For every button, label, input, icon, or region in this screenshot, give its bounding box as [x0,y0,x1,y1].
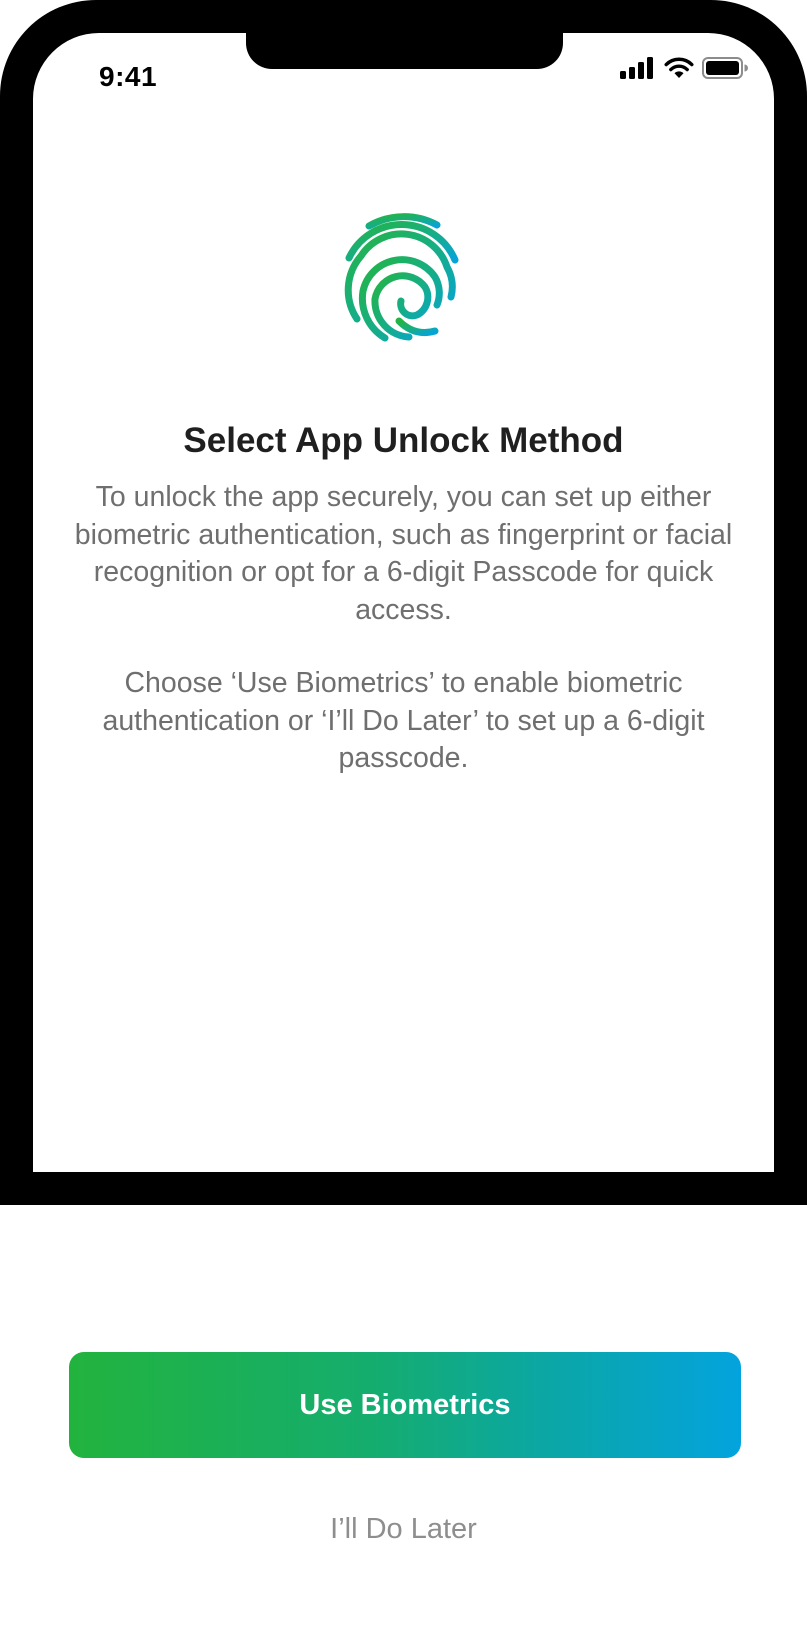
device-notch [246,33,563,69]
page-title: Select App Unlock Method [183,421,624,460]
description-paragraph-2: Choose ‘Use Biometrics’ to enable biomet… [102,667,705,774]
status-bar-icons [620,57,748,84]
battery-icon [702,57,748,84]
use-biometrics-button[interactable]: Use Biometrics [69,1352,741,1458]
app-screen: 9:41 Select App Unlock Method To unlock … [0,0,807,1629]
fingerprint-icon [339,213,469,349]
wifi-icon [664,57,694,84]
phone-frame: 9:41 Select App Unlock Method To unlock … [0,0,807,1205]
phone-screen: 9:41 Select App Unlock Method To unlock … [33,33,774,1172]
description-paragraph-1: To unlock the app securely, you can set … [74,481,733,626]
cellular-signal-icon [620,57,656,84]
ill-do-later-link[interactable]: I’ll Do Later [0,1513,807,1546]
status-bar-time: 9:41 [99,61,158,92]
